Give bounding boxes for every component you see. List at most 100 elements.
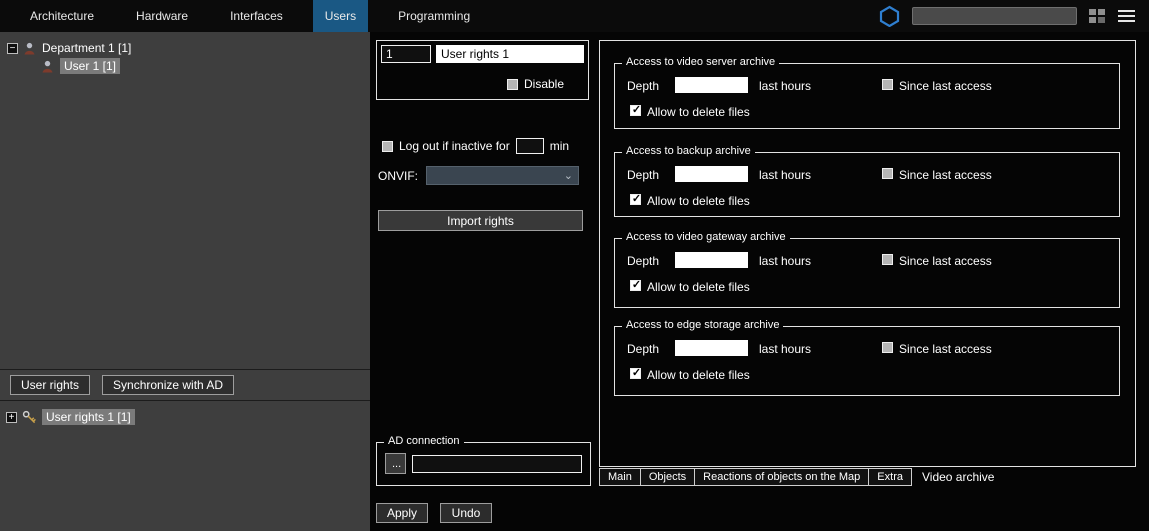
archive-settings-box: Access to video server archive Depth las… [599, 40, 1136, 467]
allow-delete-checkbox[interactable]: ✓ [630, 280, 641, 291]
allow-delete-checkbox[interactable]: ✓ [630, 368, 641, 379]
chevron-down-icon: ⌄ [564, 169, 573, 182]
allow-delete-label: Allow to delete files [647, 194, 750, 208]
minutes-label: min [550, 139, 569, 153]
onvif-label: ONVIF: [378, 169, 420, 183]
tab-main[interactable]: Main [599, 468, 641, 486]
disable-row: Disable [507, 77, 564, 91]
tab-architecture[interactable]: Architecture [18, 0, 106, 32]
depth-field[interactable] [675, 166, 748, 182]
since-last-access-label: Since last access [899, 79, 992, 93]
object-name-field[interactable] [436, 45, 584, 63]
onvif-dropdown[interactable]: ⌄ [426, 166, 579, 185]
allow-delete-label: Allow to delete files [647, 280, 750, 294]
search-input[interactable] [912, 7, 1077, 25]
settings-bottom-tabs: Main Objects Reactions of objects on the… [599, 468, 1004, 486]
tree-item-label-selected: User rights 1 [1] [42, 409, 135, 425]
depth-field[interactable] [675, 77, 748, 93]
depth-label: Depth [627, 79, 659, 93]
since-last-access-label: Since last access [899, 254, 992, 268]
logout-minutes-field[interactable] [516, 138, 544, 154]
backup-archive-group: Access to backup archive Depth last hour… [614, 152, 1120, 217]
check-icon: ✓ [631, 279, 642, 292]
tree-item-label: Department 1 [1] [42, 41, 131, 55]
topbar-right-cluster [879, 5, 1135, 27]
synchronize-with-ad-button[interactable]: Synchronize with AD [102, 375, 234, 395]
last-hours-label: last hours [759, 254, 811, 268]
rights-buttons-band: User rights Synchronize with AD [0, 370, 370, 400]
settings-panel: Disable Log out if inactive for min ONVI… [370, 32, 599, 531]
allow-delete-checkbox[interactable]: ✓ [630, 194, 641, 205]
apply-button[interactable]: Apply [376, 503, 428, 523]
depth-label: Depth [627, 254, 659, 268]
disable-checkbox[interactable] [507, 79, 518, 90]
hexagon-logo-icon [879, 5, 900, 27]
since-last-access-label: Since last access [899, 342, 992, 356]
group-legend: Access to video server archive [622, 56, 779, 68]
group-legend: Access to backup archive [622, 145, 755, 157]
last-hours-label: last hours [759, 168, 811, 182]
ad-browse-button[interactable]: ... [385, 453, 406, 474]
tab-reactions-map[interactable]: Reactions of objects on the Map [695, 468, 869, 486]
identity-box: Disable [376, 40, 589, 100]
objects-tree-panel: − Department 1 [1] User 1 [1] User right… [0, 32, 370, 531]
tab-hardware[interactable]: Hardware [124, 0, 200, 32]
menu-hamburger-icon[interactable] [1118, 10, 1135, 22]
ad-connection-group: AD connection ... [376, 442, 591, 486]
video-archive-tab-panel: Access to video server archive Depth las… [599, 32, 1149, 531]
since-last-access-checkbox[interactable] [882, 342, 893, 353]
since-last-access-checkbox[interactable] [882, 254, 893, 265]
allow-delete-label: Allow to delete files [647, 105, 750, 119]
depth-label: Depth [627, 168, 659, 182]
department-icon [23, 42, 37, 55]
depth-field[interactable] [675, 340, 748, 356]
tree-item-user[interactable]: User 1 [1] [41, 58, 120, 74]
since-last-access-label: Since last access [899, 168, 992, 182]
since-last-access-checkbox[interactable] [882, 168, 893, 179]
ad-connection-field[interactable] [412, 455, 582, 473]
depth-label: Depth [627, 342, 659, 356]
tab-extra[interactable]: Extra [869, 468, 912, 486]
depth-field[interactable] [675, 252, 748, 268]
user-icon [41, 60, 55, 73]
edge-storage-archive-group: Access to edge storage archive Depth las… [614, 326, 1120, 396]
logout-inactive-checkbox[interactable] [382, 141, 393, 152]
allow-delete-label: Allow to delete files [647, 368, 750, 382]
tab-programming[interactable]: Programming [386, 0, 482, 32]
layout-grid-icon[interactable] [1089, 9, 1106, 24]
video-gateway-archive-group: Access to video gateway archive Depth la… [614, 238, 1120, 308]
check-icon: ✓ [631, 367, 642, 380]
divider [0, 400, 370, 401]
application-window: Architecture Hardware Interfaces Users P… [0, 0, 1149, 531]
disable-label: Disable [524, 77, 564, 91]
tree-item-user-rights[interactable]: + User rights 1 [1] [6, 409, 135, 425]
main-nav-tabs: Architecture Hardware Interfaces Users P… [18, 0, 482, 32]
import-rights-button[interactable]: Import rights [378, 210, 583, 231]
tree-item-department[interactable]: − Department 1 [1] [7, 41, 131, 55]
onvif-row: ONVIF: ⌄ [378, 166, 579, 185]
check-icon: ✓ [631, 193, 642, 206]
group-legend: Access to video gateway archive [622, 231, 790, 243]
check-icon: ✓ [631, 104, 642, 117]
undo-button[interactable]: Undo [440, 503, 492, 523]
video-server-archive-group: Access to video server archive Depth las… [614, 63, 1120, 129]
group-legend: Access to edge storage archive [622, 319, 783, 331]
logout-inactive-row: Log out if inactive for min [382, 138, 569, 154]
ad-connection-legend: AD connection [384, 435, 464, 447]
tab-video-archive[interactable]: Video archive [912, 468, 1005, 486]
apply-undo-row: Apply Undo [376, 503, 492, 523]
object-id-field[interactable] [381, 45, 431, 63]
tab-users[interactable]: Users [313, 0, 368, 32]
tab-interfaces[interactable]: Interfaces [218, 0, 295, 32]
tree-item-label-selected: User 1 [1] [60, 58, 120, 74]
key-icon [22, 410, 37, 424]
allow-delete-checkbox[interactable]: ✓ [630, 105, 641, 116]
expand-expander-icon[interactable]: + [6, 412, 17, 423]
top-menu-bar: Architecture Hardware Interfaces Users P… [0, 0, 1149, 32]
user-rights-button[interactable]: User rights [10, 375, 90, 395]
last-hours-label: last hours [759, 342, 811, 356]
tab-objects[interactable]: Objects [641, 468, 695, 486]
since-last-access-checkbox[interactable] [882, 79, 893, 90]
last-hours-label: last hours [759, 79, 811, 93]
collapse-expander-icon[interactable]: − [7, 43, 18, 54]
